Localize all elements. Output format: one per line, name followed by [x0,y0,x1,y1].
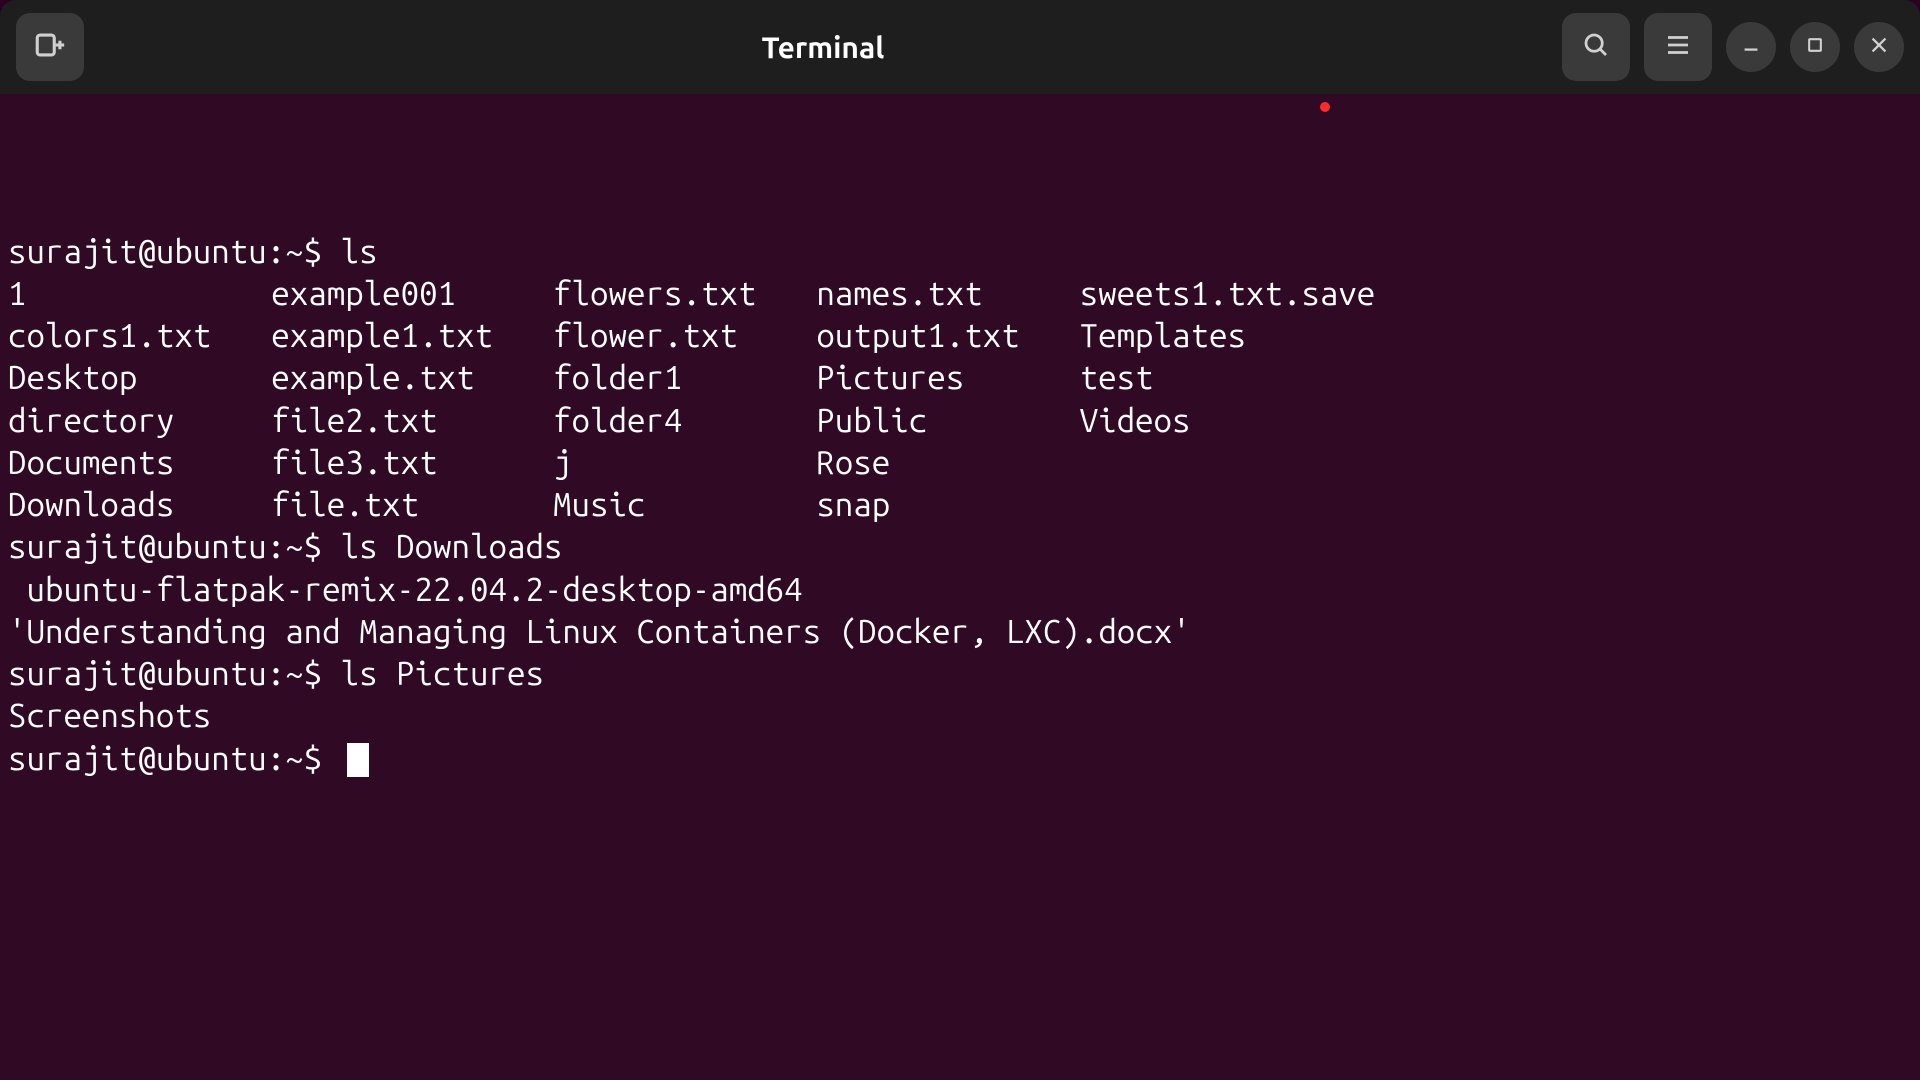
ls-cell: Rose [816,442,1079,484]
table-row: directoryfile2.txtfolder4PublicVideos [8,400,1375,442]
ls-cell: Music [553,484,816,526]
ls-cell: Desktop [8,357,271,399]
ls-cell: sweets1.txt.save [1080,273,1376,315]
ls-cell [1080,442,1376,484]
ls-cell: Pictures [816,357,1079,399]
ls-cell: directory [8,400,271,442]
ls-cell: Downloads [8,484,271,526]
ls-cell: names.txt [816,273,1079,315]
ls-cell: 1 [8,273,271,315]
terminal-output[interactable]: surajit@ubuntu:~$ ls1example001flowers.t… [0,94,1920,1080]
terminal-line: surajit@ubuntu:~$ ls Downloads [8,526,1912,568]
ls-cell [1080,484,1376,526]
ls-cell: Templates [1080,315,1376,357]
cursor-icon [347,743,369,777]
ls-cell: colors1.txt [8,315,271,357]
terminal-line: surajit@ubuntu:~$ ls [8,231,1912,273]
table-row: Documentsfile3.txtjRose [8,442,1375,484]
close-icon [1868,34,1890,60]
terminal-line: Screenshots [8,695,1912,737]
table-row: 1example001flowers.txtnames.txtsweets1.t… [8,273,1375,315]
terminal-line: surajit@ubuntu:~$ ls Pictures [8,653,1912,695]
ls-cell: Documents [8,442,271,484]
ls-cell: j [553,442,816,484]
prompt-text: surajit@ubuntu:~$ [8,740,341,777]
terminal-line: 'Understanding and Managing Linux Contai… [8,611,1912,653]
ls-cell: flowers.txt [553,273,816,315]
indicator-dot-icon [1320,102,1330,112]
ls-cell: file3.txt [271,442,553,484]
table-row: Desktopexample.txtfolder1Picturestest [8,357,1375,399]
ls-cell: Public [816,400,1079,442]
ls-cell: snap [816,484,1079,526]
maximize-button[interactable] [1790,22,1840,72]
table-row: colors1.txtexample1.txtflower.txtoutput1… [8,315,1375,357]
ls-cell: test [1080,357,1376,399]
maximize-icon [1805,35,1825,59]
title-bar: Terminal [0,0,1920,94]
ls-cell: folder1 [553,357,816,399]
minimize-button[interactable] [1726,22,1776,72]
new-tab-button[interactable] [16,13,84,81]
terminal-window: Terminal [0,0,1920,1080]
ls-cell: flower.txt [553,315,816,357]
window-title: Terminal [84,30,1562,64]
search-button[interactable] [1562,13,1630,81]
ls-cell: example1.txt [271,315,553,357]
ls-cell: example001 [271,273,553,315]
terminal-line: ubuntu-flatpak-remix-22.04.2-desktop-amd… [8,569,1912,611]
table-row: Downloadsfile.txtMusicsnap [8,484,1375,526]
ls-cell: file.txt [271,484,553,526]
ls-cell: Videos [1080,400,1376,442]
minimize-icon [1740,34,1762,60]
ls-output-grid: 1example001flowers.txtnames.txtsweets1.t… [8,273,1375,526]
ls-cell: example.txt [271,357,553,399]
close-button[interactable] [1854,22,1904,72]
ls-cell: output1.txt [816,315,1079,357]
hamburger-icon [1663,30,1693,64]
search-icon [1581,30,1611,64]
terminal-prompt-line[interactable]: surajit@ubuntu:~$ [8,738,1912,780]
ls-cell: file2.txt [271,400,553,442]
menu-button[interactable] [1644,13,1712,81]
ls-cell: folder4 [553,400,816,442]
new-tab-icon [33,28,67,66]
